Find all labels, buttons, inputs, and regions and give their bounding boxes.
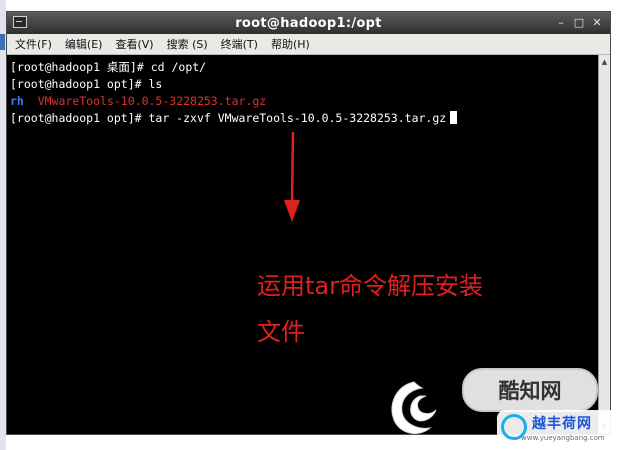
terminal-line: [root@hadoop1 opt]# ls [10,76,598,93]
menu-search[interactable]: 搜索 (S) [167,36,208,52]
annotation-line-1: 运用tar命令解压安装 [257,272,483,300]
shell-command: ls [148,77,163,91]
ls-directory-entry: rh [10,94,24,108]
shell-prompt: [root@hadoop1 桌面]# [10,60,151,74]
menu-edit[interactable]: 编辑(E) [65,36,103,52]
watermark-badge: 酷知网 [462,368,598,412]
minimize-icon[interactable]: – [554,16,568,30]
watermark-site-name: 越丰荷网 [532,416,592,432]
desktop-edge-accent [0,34,5,50]
annotation-line-2: 文件 [257,318,305,346]
title-bar[interactable]: root@hadoop1:/opt – □ ✕ [7,12,610,34]
scroll-up-icon[interactable]: ▲ [599,57,610,68]
menu-file[interactable]: 文件(F) [15,36,52,52]
ls-archive-entry: VMwareTools-10.0.5-3228253.tar.gz [37,94,267,108]
shell-command: tar -zxvf VMwareTools-10.0.5-3228253.tar… [148,111,447,125]
maximize-icon[interactable]: □ [572,16,586,30]
window-title: root@hadoop1:/opt [235,15,382,31]
shell-prompt: [root@hadoop1 opt]# [10,77,149,91]
terminal-line: [root@hadoop1 opt]# tar -zxvf VMwareTool… [10,110,598,127]
watermark-site-url: www.yueyangbang.com [521,434,605,442]
terminal-line: rh VMwareTools-10.0.5-3228253.tar.gz [10,93,598,110]
annotation-arrow-icon [284,131,300,222]
annotation-text: 运用tar命令解压安装 文件 [257,263,557,355]
terminal-line: [root@hadoop1 桌面]# cd /opt/ [10,59,598,76]
watermark-swirl-logo-icon [391,381,437,435]
close-icon[interactable]: ✕ [590,16,604,30]
shell-command: cd /opt/ [150,60,207,74]
shell-prompt: [root@hadoop1 opt]# [10,111,149,125]
watermark-site: 越丰荷网 www.yueyangbang.com [497,410,637,450]
menu-bar: 文件(F) 编辑(E) 查看(V) 搜索 (S) 终端(T) 帮助(H) [7,34,610,55]
vertical-scrollbar[interactable]: ▲ ▼ [598,55,610,434]
menu-terminal[interactable]: 终端(T) [221,36,258,52]
menu-view[interactable]: 查看(V) [115,36,153,52]
watermark-badge-text: 酷知网 [498,379,562,403]
terminal-cursor [450,111,458,124]
terminal-app-icon[interactable] [13,16,27,28]
menu-help[interactable]: 帮助(H) [271,36,310,52]
